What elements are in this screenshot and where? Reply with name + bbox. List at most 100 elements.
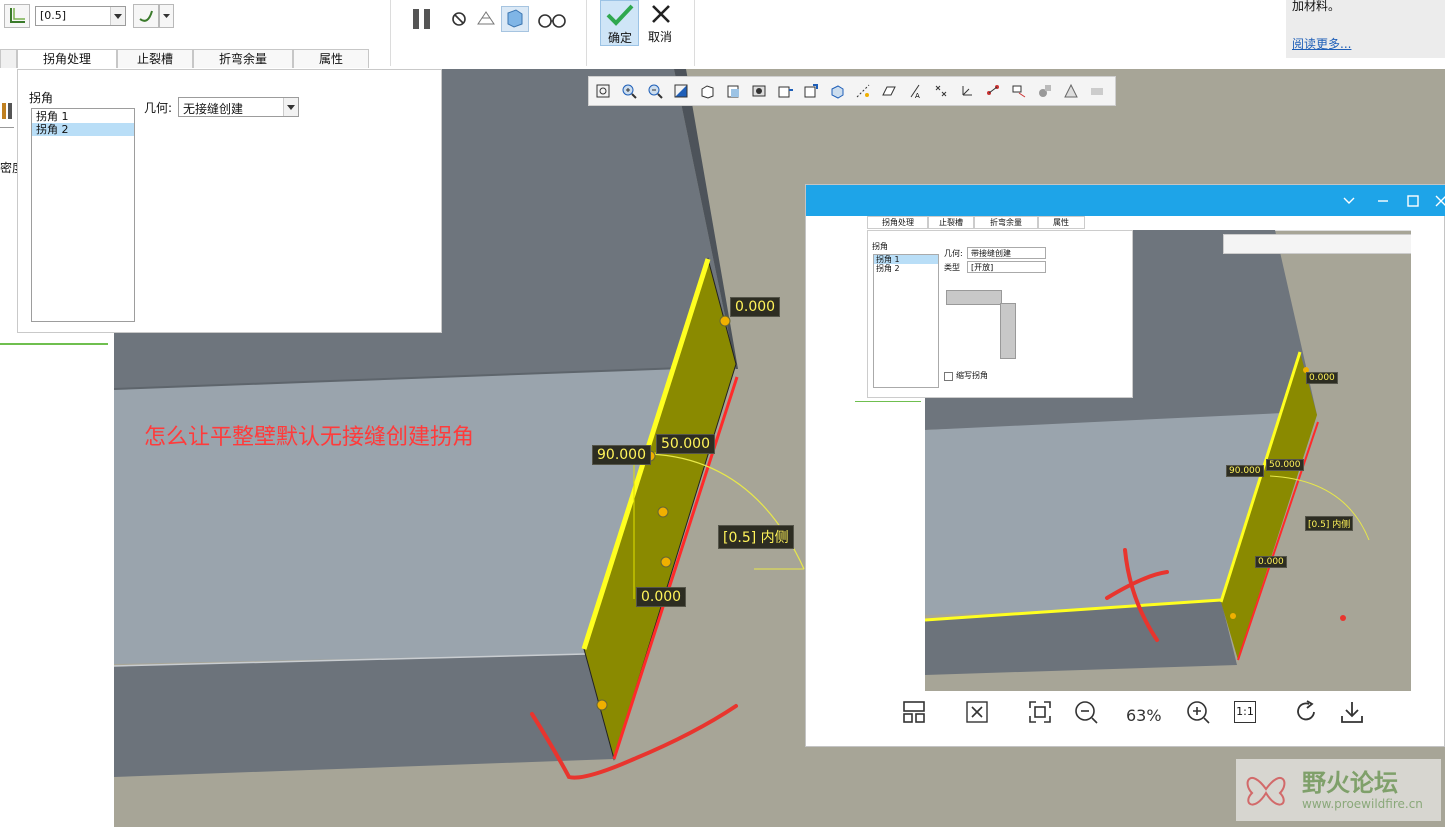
dim-length-label[interactable]: 50.000 bbox=[656, 434, 715, 454]
confirm-button[interactable]: 确定 bbox=[600, 0, 639, 46]
forum-watermark: 野火论坛 www.proewildfire.cn bbox=[1236, 759, 1441, 821]
flange-type-button[interactable] bbox=[4, 4, 30, 28]
embedded-geometry-label: 几何: bbox=[944, 249, 963, 258]
orient-icon[interactable] bbox=[777, 83, 793, 99]
green-divider bbox=[0, 343, 108, 345]
checkbox-label: 缩写拐角 bbox=[956, 371, 988, 380]
actual-size-icon[interactable] bbox=[1027, 699, 1053, 725]
embedded-geometry-value: 带接缝创建 bbox=[967, 247, 1046, 259]
bend-icon bbox=[139, 10, 153, 22]
fit-screen-icon[interactable] bbox=[964, 699, 990, 725]
csys-display-icon[interactable] bbox=[959, 83, 975, 99]
embedded-tabs: 拐角处理 止裂槽 折弯余量 属性 bbox=[855, 216, 1411, 231]
zoom-in-icon[interactable] bbox=[1185, 699, 1211, 725]
flange-icon bbox=[10, 8, 25, 23]
thumbnails-icon[interactable] bbox=[901, 699, 927, 725]
corner-list[interactable]: 拐角 1 拐角 2 bbox=[31, 108, 135, 322]
refit-icon[interactable] bbox=[595, 83, 611, 99]
cancel-button[interactable]: 取消 bbox=[642, 0, 680, 46]
repaint-icon[interactable] bbox=[673, 83, 689, 99]
bottom-face bbox=[114, 654, 614, 777]
corner-preview bbox=[1000, 303, 1016, 359]
dim-angle-label[interactable]: 90.000 bbox=[592, 445, 651, 465]
read-more-link[interactable]: 阅读更多... bbox=[1292, 35, 1351, 52]
divider bbox=[0, 127, 14, 128]
embedded-dim-label: 0.000 bbox=[1306, 372, 1338, 384]
zoom-out-icon[interactable] bbox=[1073, 699, 1099, 725]
drag-handle[interactable] bbox=[657, 506, 669, 518]
section-icon[interactable] bbox=[725, 83, 741, 99]
cancel-label: 取消 bbox=[648, 30, 673, 44]
dim-thickness-label[interactable]: [0.5] 内侧 bbox=[718, 525, 794, 549]
minimize-icon[interactable] bbox=[1376, 195, 1390, 207]
datum-display-icon[interactable] bbox=[855, 83, 871, 99]
thickness-combo[interactable]: [0.5] bbox=[35, 6, 126, 26]
list-item[interactable]: 拐角 1 bbox=[32, 110, 134, 123]
annotation-display-icon[interactable] bbox=[985, 83, 1001, 99]
drag-handle[interactable] bbox=[660, 556, 672, 568]
dim-top-label[interactable]: 0.000 bbox=[730, 297, 781, 317]
corner-preview bbox=[946, 290, 1002, 305]
pause-icon[interactable] bbox=[410, 6, 438, 32]
thickness-value: [0.5] bbox=[40, 9, 67, 22]
preview-button[interactable] bbox=[501, 6, 529, 32]
zoom-in-icon[interactable] bbox=[621, 83, 637, 99]
preview-geometry-icon[interactable] bbox=[475, 8, 497, 30]
zoom-out-icon[interactable] bbox=[647, 83, 663, 99]
svg-text:A: A bbox=[915, 92, 920, 99]
geometry-select[interactable]: 无接缝创建 bbox=[178, 97, 299, 117]
perspective-icon[interactable] bbox=[829, 83, 845, 99]
axis-display-icon[interactable]: A bbox=[907, 83, 923, 99]
render-icon[interactable] bbox=[1063, 83, 1079, 99]
bend-side-dropdown[interactable] bbox=[159, 4, 174, 28]
drag-handle[interactable] bbox=[596, 699, 608, 711]
separator bbox=[586, 0, 587, 66]
drag-handle[interactable] bbox=[719, 315, 731, 327]
chevron-down-icon[interactable] bbox=[1342, 195, 1356, 207]
confirm-label: 确定 bbox=[608, 31, 633, 45]
saved-views-icon[interactable] bbox=[699, 83, 715, 99]
chevron-down-icon[interactable] bbox=[283, 98, 298, 116]
download-icon[interactable] bbox=[1339, 699, 1365, 725]
layers-icon[interactable] bbox=[1089, 83, 1105, 99]
chevron-down-icon[interactable] bbox=[110, 7, 125, 25]
watermark-title: 野火论坛 bbox=[1302, 769, 1398, 797]
dim-bottom-label[interactable]: 0.000 bbox=[636, 587, 687, 607]
tab-relief[interactable]: 止裂槽 bbox=[117, 49, 193, 68]
tab-bend-allowance: 折弯余量 bbox=[973, 216, 1039, 229]
bend-side-button[interactable] bbox=[133, 4, 159, 28]
embedded-panel: 拐角 拐角 1 拐角 2 几何: 带接缝创建 类型 [开放] 缩写拐角 bbox=[867, 230, 1133, 398]
chevron-down-icon bbox=[163, 14, 170, 18]
tab-bend-allowance[interactable]: 折弯余量 bbox=[193, 49, 293, 68]
list-item-selected[interactable]: 拐角 2 bbox=[32, 123, 134, 136]
tab-overflow bbox=[0, 49, 17, 68]
tab-corner-treatment[interactable]: 拐角处理 bbox=[17, 49, 117, 68]
view-toolbar: A bbox=[588, 76, 1116, 106]
geometry-value: 无接缝创建 bbox=[183, 102, 244, 116]
spin-center-icon[interactable] bbox=[803, 83, 819, 99]
butterfly-logo bbox=[1246, 776, 1286, 806]
stop-icon[interactable] bbox=[450, 10, 468, 28]
glasses-icon[interactable] bbox=[537, 10, 567, 30]
display-style-icon[interactable] bbox=[751, 83, 767, 99]
close-icon[interactable] bbox=[1434, 194, 1445, 208]
rotate-icon[interactable] bbox=[1294, 699, 1320, 725]
image-viewer-window: 拐角处理 止裂槽 折弯余量 属性 拐角 拐角 1 拐角 2 几何: 带接缝创建 … bbox=[805, 184, 1445, 747]
tab-relief: 止裂槽 bbox=[927, 216, 975, 229]
point-display-icon[interactable] bbox=[933, 83, 949, 99]
geometry-label: 几何: bbox=[144, 101, 173, 115]
embedded-corner-list: 拐角 1 拐角 2 bbox=[873, 254, 939, 388]
separator bbox=[694, 0, 695, 66]
embedded-type-label: 类型 bbox=[944, 263, 960, 272]
maximize-icon[interactable] bbox=[1406, 194, 1420, 208]
corner-treatment-panel: 拐角 拐角 1 拐角 2 几何: 无接缝创建 bbox=[17, 69, 442, 333]
tab-properties[interactable]: 属性 bbox=[293, 49, 369, 68]
list-item: 拐角 2 bbox=[876, 264, 900, 273]
one-to-one-button[interactable]: 1:1 bbox=[1234, 701, 1256, 723]
spin-icon[interactable] bbox=[1011, 83, 1027, 99]
preview-icon bbox=[507, 9, 523, 28]
tool-icon[interactable] bbox=[0, 99, 14, 123]
appearance-icon[interactable] bbox=[1037, 83, 1053, 99]
plane-display-icon[interactable] bbox=[881, 83, 897, 99]
zoom-level: 63% bbox=[1126, 706, 1162, 725]
